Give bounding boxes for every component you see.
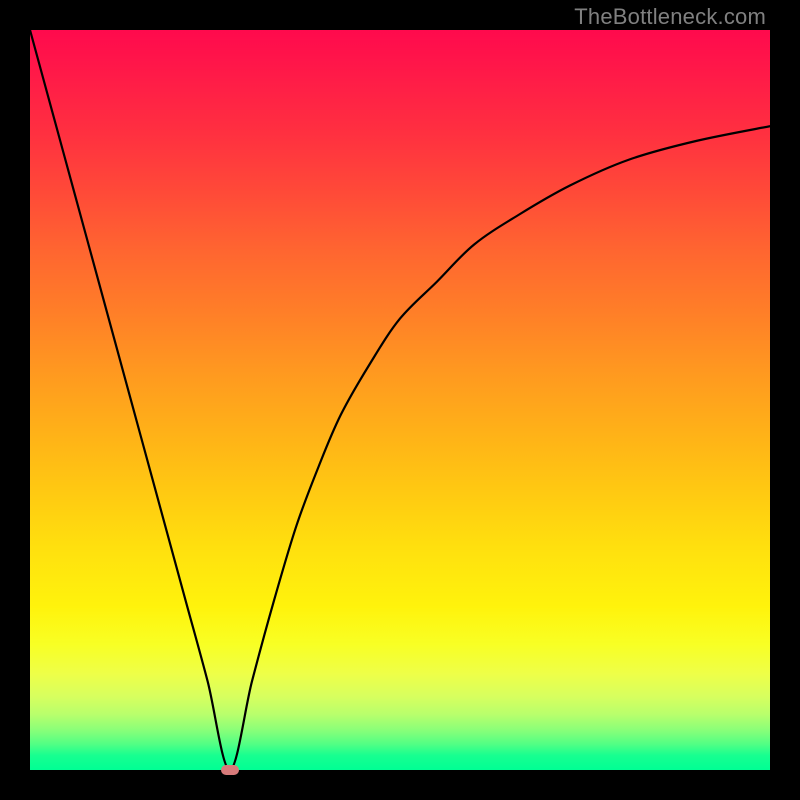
bottleneck-curve <box>30 30 770 770</box>
plot-area <box>30 30 770 770</box>
watermark-text: TheBottleneck.com <box>574 4 766 30</box>
minimum-marker <box>221 765 239 775</box>
chart-frame: TheBottleneck.com <box>0 0 800 800</box>
